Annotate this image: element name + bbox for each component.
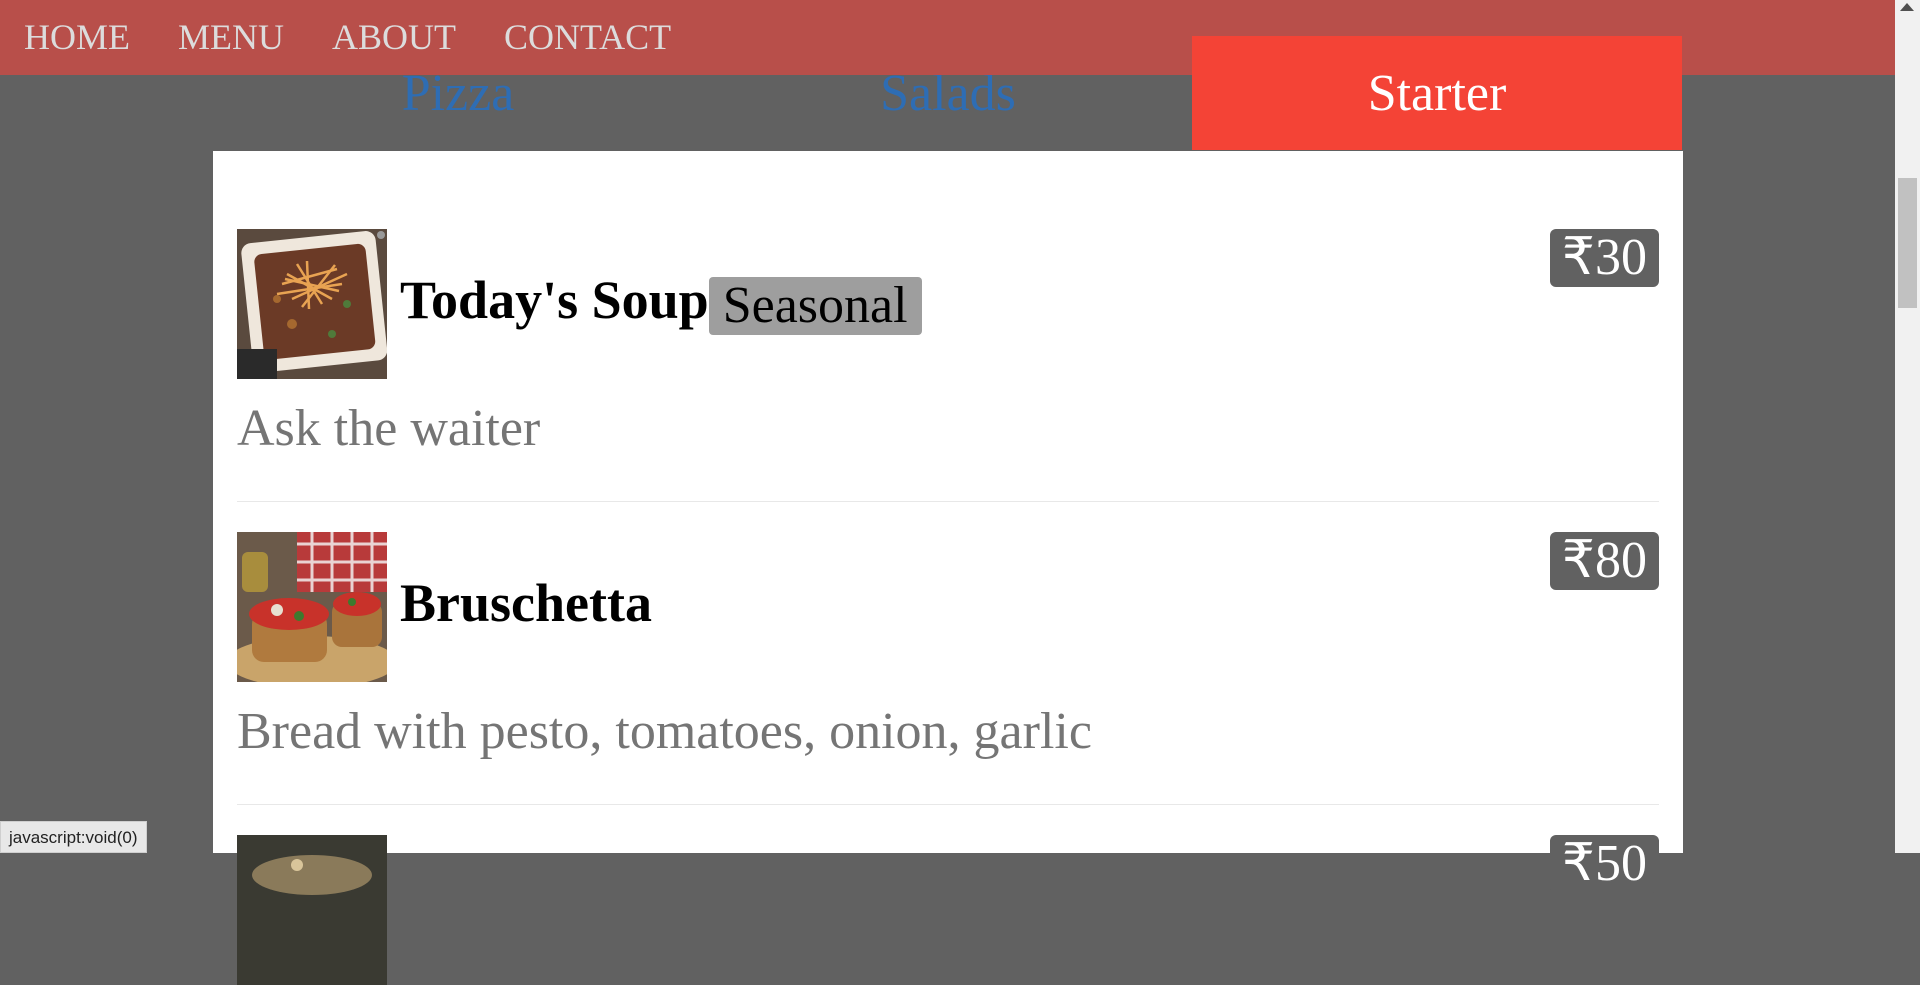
nav-contact-link[interactable]: CONTACT	[504, 16, 671, 58]
tab-starter[interactable]: Starter	[1192, 36, 1682, 150]
menu-item: Bruschetta ₹80 Bread with pesto, tomatoe…	[237, 532, 1659, 762]
nav-about-link[interactable]: ABOUT	[332, 16, 456, 58]
item-title: Today's Soup	[400, 270, 709, 330]
price-badge: ₹50	[1549, 835, 1659, 893]
vertical-scrollbar[interactable]	[1895, 0, 1920, 853]
item-title: Bruschetta	[400, 573, 652, 633]
item-divider	[237, 804, 1659, 805]
item-description: Ask the waiter	[237, 400, 541, 457]
price-badge: ₹30	[1549, 229, 1659, 287]
price-badge: ₹80	[1549, 532, 1659, 590]
scroll-thumb[interactable]	[1898, 178, 1917, 308]
item-divider	[237, 501, 1659, 502]
menu-item: ₹50	[237, 835, 1659, 985]
food-photo-icon	[237, 835, 387, 985]
item-description: Bread with pesto, tomatoes, onion, garli…	[237, 703, 1092, 760]
seasonal-badge: Seasonal	[708, 276, 922, 335]
scroll-up-arrow-icon[interactable]	[1900, 3, 1914, 11]
nav-home-link[interactable]: HOME	[24, 16, 130, 58]
soup-bowl-photo-icon	[237, 229, 387, 379]
bruschetta-photo-icon	[237, 532, 387, 682]
item-name-bruschetta: Bruschetta	[400, 572, 652, 634]
status-bar-url: javascript:void(0)	[0, 821, 147, 853]
nav-menu-link[interactable]: MENU	[178, 16, 284, 58]
item-name-soup: Today's Soup Seasonal	[400, 269, 922, 335]
menu-panel: Today's SoupSeasonal ₹30 Ask the waiter	[213, 151, 1683, 985]
menu-item: Today's Soup Seasonal ₹30 Ask the waiter	[237, 229, 1659, 459]
